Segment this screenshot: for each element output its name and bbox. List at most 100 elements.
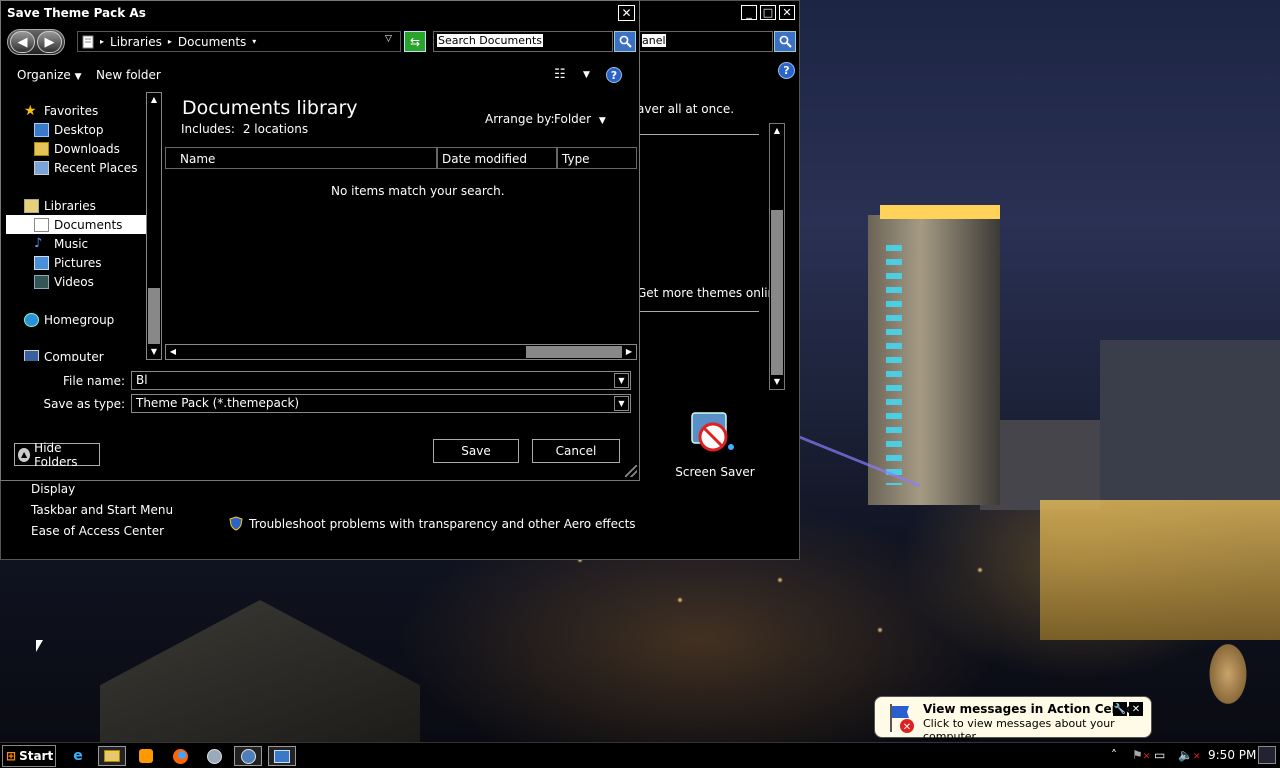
desktop-icon [34,122,49,137]
internet-explorer-icon[interactable]: e [64,746,92,766]
nav-homegroup[interactable]: Homegroup [24,310,114,329]
save-as-type-select[interactable]: Theme Pack (*.themepack) ▼ [131,394,631,413]
library-title: Documents library [182,97,358,119]
star-icon: ★ [24,102,37,119]
media-player-icon[interactable] [132,746,160,766]
file-name-field[interactable]: Bl ▼ [131,371,631,390]
start-button[interactable]: ⊞ Start [2,745,56,767]
nav-documents[interactable]: Documents [6,215,146,234]
nav-downloads[interactable]: Downloads [34,139,120,158]
downloads-icon [34,141,49,156]
view-dropdown-arrow[interactable]: ▼ [583,70,590,80]
save-button[interactable]: Save [433,439,519,463]
volume-muted-icon[interactable]: 🔈✕ [1178,748,1201,762]
search-icon [619,35,632,48]
breadcrumb-libraries[interactable]: Libraries [110,35,162,49]
arrange-by-dropdown[interactable]: Folder ▼ [554,112,606,126]
nav-desktop[interactable]: Desktop [34,120,104,139]
locations-link[interactable]: 2 locations [243,122,308,136]
search-button[interactable] [774,31,796,52]
desktop-gadget-hamster[interactable] [1200,622,1256,718]
organize-menu[interactable]: Organize ▼ [17,68,82,82]
nav-recent-places[interactable]: Recent Places [34,158,137,177]
link-taskbar-start-menu[interactable]: Taskbar and Start Menu [31,503,173,524]
firefox-icon[interactable] [166,746,194,766]
chevron-up-icon: ▲ [18,447,31,462]
forward-button[interactable]: ▶ [37,31,62,53]
action-center-balloon[interactable]: ✕ View messages in Action Center Click t… [874,696,1152,743]
minimize-button[interactable]: _ [741,5,757,20]
navigation-scrollbar[interactable]: ▲ ▼ [146,92,162,360]
breadcrumb-arrow[interactable]: ▾ [252,37,256,46]
search-button[interactable] [614,31,636,52]
breadcrumb-arrow[interactable]: ▸ [168,37,172,46]
link-ease-of-access[interactable]: Ease of Access Center [31,524,173,545]
hide-folders-button[interactable]: ▲ Hide Folders [14,441,100,469]
documents-icon [34,217,49,232]
chevron-down-icon[interactable]: ▼ [614,396,629,411]
column-header-name[interactable]: Name [165,147,437,169]
divider [637,134,759,135]
help-icon[interactable]: ? [606,67,622,83]
scroll-down-arrow[interactable]: ▼ [147,345,161,359]
network-icon[interactable]: ▭ [1154,748,1165,762]
scroll-right-arrow[interactable]: ▶ [622,345,636,359]
address-bar[interactable]: ▸ Libraries ▸ Documents ▾ [77,31,401,52]
back-button[interactable]: ◀ [10,31,35,53]
chevron-down-icon[interactable]: ▼ [614,373,629,388]
get-more-themes-link[interactable]: Get more themes online [637,286,783,300]
help-icon[interactable]: ? [778,62,795,79]
nav-favorites[interactable]: ★ Favorites [24,101,98,120]
nav-computer[interactable]: Computer [24,347,104,361]
search-input[interactable]: Search Documents [433,31,613,52]
personalization-app-icon[interactable] [234,746,262,766]
dialog-title: Save Theme Pack As [7,6,146,20]
control-panel-search-input[interactable]: anel [639,31,773,52]
scroll-up-arrow[interactable]: ▲ [770,124,784,138]
action-center-flag-icon: ✕ [890,704,914,733]
action-center-flag-icon[interactable]: ⚑✕ [1132,748,1150,762]
scroll-left-arrow[interactable]: ◀ [166,345,180,359]
wrench-icon[interactable]: 🔧 [1113,702,1127,716]
screen-saver-icon[interactable] [689,411,737,457]
close-icon[interactable]: ✕ [1129,702,1143,716]
scrollbar-thumb[interactable] [148,288,160,344]
nav-videos[interactable]: Videos [34,272,94,291]
troubleshoot-link[interactable]: Troubleshoot problems with transparency … [229,516,636,531]
pictures-icon [34,255,49,270]
link-display[interactable]: Display [31,482,173,503]
view-options-icon[interactable]: ☷ [554,67,566,82]
scroll-down-arrow[interactable]: ▼ [770,375,784,389]
arrange-by-label: Arrange by: [485,112,555,126]
nav-pictures[interactable]: Pictures [34,253,102,272]
file-explorer-icon[interactable] [98,746,126,766]
save-theme-pack-dialog[interactable]: Save Theme Pack As ✕ ◀ ▶ ▸ Libraries ▸ D… [0,0,640,481]
file-list-hscrollbar[interactable]: ◀ ▶ [165,344,637,360]
address-history-dropdown[interactable]: ▽ [385,34,392,44]
app-icon[interactable] [200,746,228,766]
show-hidden-icons-chevron[interactable]: ˄ [1111,748,1117,762]
clock[interactable]: 9:50 PM [1208,748,1256,762]
navigation-pane[interactable]: ★ Favorites Desktop Downloads Recent Pla… [6,93,161,361]
svg-text:✕: ✕ [903,722,911,733]
refresh-button[interactable]: ⇆ [404,31,426,52]
breadcrumb-arrow[interactable]: ▸ [100,37,104,46]
column-header-type[interactable]: Type [557,147,637,169]
scroll-up-arrow[interactable]: ▲ [147,93,161,107]
nav-libraries[interactable]: Libraries [24,196,96,215]
themes-scrollbar[interactable]: ▲ ▼ [769,123,785,390]
scrollbar-thumb[interactable] [771,210,783,375]
close-button[interactable]: ✕ [618,5,635,21]
screen-saver-label[interactable]: Screen Saver [665,465,765,479]
scrollbar-thumb[interactable] [526,346,622,358]
maximize-button[interactable]: □ [760,5,776,20]
column-header-date-modified[interactable]: Date modified [437,147,557,169]
close-button[interactable]: ✕ [779,5,795,20]
cancel-button[interactable]: Cancel [532,439,620,463]
control-panel-icon[interactable] [268,746,296,766]
breadcrumb-documents[interactable]: Documents [178,35,246,49]
show-desktop-button[interactable] [1258,746,1276,764]
resize-grip[interactable] [625,465,637,477]
new-folder-button[interactable]: New folder [96,68,161,82]
nav-music[interactable]: ♪ Music [34,234,88,253]
